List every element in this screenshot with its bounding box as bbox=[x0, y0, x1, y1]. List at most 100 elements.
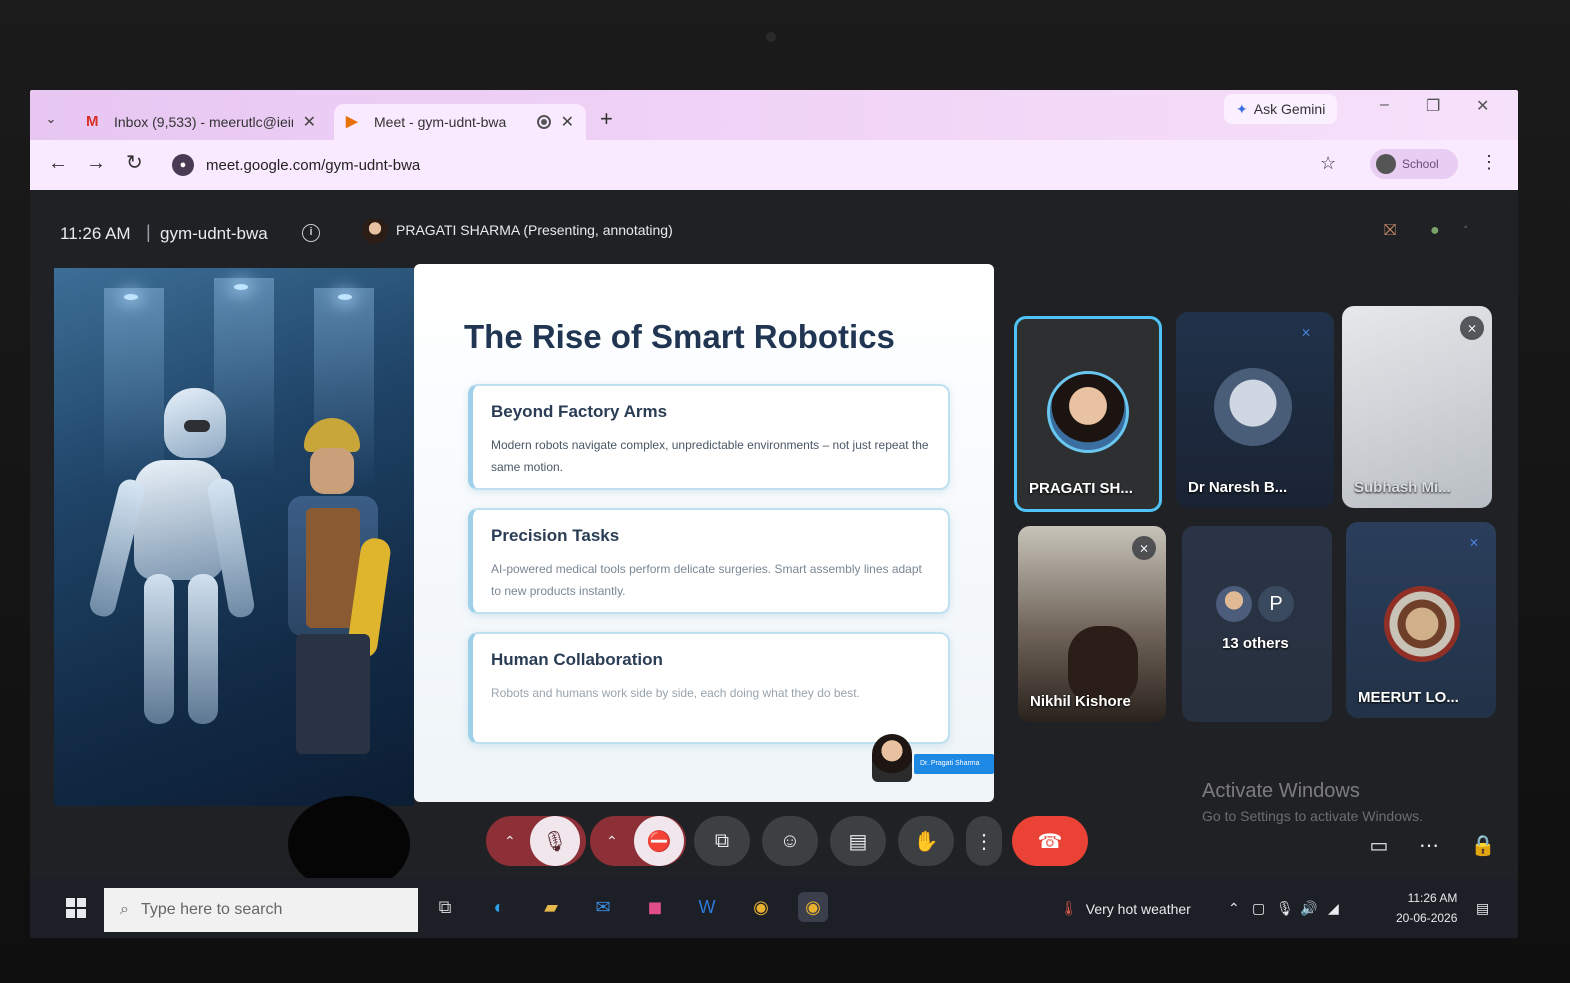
edge-icon[interactable]: ◐ bbox=[484, 892, 514, 922]
participant-name: 13 others bbox=[1222, 635, 1289, 652]
camera-off-button[interactable]: ⛔ bbox=[634, 816, 684, 866]
notifications-icon[interactable]: ▤ bbox=[1476, 900, 1489, 917]
host-controls-button[interactable]: 🔒 bbox=[1468, 820, 1498, 870]
tab-search-chevron-icon[interactable]: ⌄ bbox=[40, 108, 62, 130]
participant-name: MEERUT LO... bbox=[1358, 689, 1459, 706]
card-description: AI-powered medical tools perform delicat… bbox=[491, 562, 922, 598]
search-placeholder: Type here to search bbox=[140, 901, 283, 918]
reactions-button[interactable]: ☺ bbox=[762, 816, 818, 866]
webcam bbox=[766, 32, 776, 42]
camera-off-icon: ⛔ bbox=[646, 830, 672, 853]
reload-icon[interactable]: ↻ bbox=[126, 153, 143, 173]
slide-card-factory-arms: Beyond Factory Arms Modern robots naviga… bbox=[468, 384, 950, 490]
clock-date: 20-06-2026 bbox=[1396, 911, 1458, 925]
close-window-button[interactable]: ✕ bbox=[1476, 96, 1489, 116]
robot-worker-illustration bbox=[54, 268, 414, 806]
screen: ⌄ M Inbox (9,533) - meerutlc@ieind ✕ ▶ M… bbox=[30, 90, 1518, 938]
meet-header: 11:26 AM | gym-udnt-bwa i PRAGATI SHARMA… bbox=[30, 190, 1518, 260]
browser-menu-icon[interactable]: ⋮ bbox=[1480, 152, 1498, 173]
activate-windows-title: Activate Windows bbox=[1202, 780, 1360, 802]
bookmark-star-icon[interactable]: ☆ bbox=[1320, 153, 1336, 174]
presentation-stage: The Rise of Smart Robotics Beyond Factor… bbox=[54, 264, 1004, 806]
participant-tile[interactable]: ⨯ MEERUT LO... bbox=[1346, 522, 1496, 718]
tab-gmail[interactable]: M Inbox (9,533) - meerutlc@ieind ✕ bbox=[74, 104, 328, 140]
meet-tray-icon[interactable]: ▢ bbox=[1252, 900, 1265, 917]
divider: | bbox=[146, 222, 151, 242]
avatar: P bbox=[1258, 586, 1294, 622]
windows-start-icon[interactable] bbox=[66, 898, 86, 918]
card-description: Robots and humans work side by side, eac… bbox=[491, 686, 860, 700]
store-icon[interactable]: ◼ bbox=[640, 892, 670, 922]
raise-hand-button[interactable]: ✋ bbox=[898, 816, 954, 866]
participant-name: Nikhil Kishore bbox=[1030, 693, 1131, 710]
tab-title: Inbox (9,533) - meerutlc@ieind bbox=[114, 114, 293, 130]
task-view-icon[interactable]: ⧉ bbox=[430, 892, 460, 922]
chat-button[interactable]: ▭ bbox=[1364, 820, 1394, 870]
participant-tile[interactable]: P 13 others bbox=[1182, 526, 1332, 722]
mic-off-button[interactable]: 🎙 bbox=[530, 816, 580, 866]
ask-gemini-button[interactable]: ✦ Ask Gemini bbox=[1224, 94, 1338, 124]
thermometer-icon: 🌡 bbox=[1060, 900, 1078, 916]
chevron-up-icon: ⌃ bbox=[606, 832, 618, 849]
people-icon[interactable]: ● bbox=[1430, 222, 1440, 240]
participant-tile[interactable]: PRAGATI SH... bbox=[1014, 316, 1162, 512]
gmail-icon: M bbox=[86, 113, 99, 130]
no-camera-icon[interactable]: ⛝ bbox=[1384, 222, 1396, 240]
emoji-icon: ☺ bbox=[779, 829, 801, 852]
captions-icon: ▤ bbox=[848, 830, 868, 853]
chrome-icon[interactable]: ◉ bbox=[746, 892, 776, 922]
profile-button[interactable]: School bbox=[1370, 149, 1458, 179]
muted-mic-icon: ⨯ bbox=[1468, 535, 1480, 549]
site-info-icon[interactable]: ● bbox=[172, 154, 194, 176]
weather-text: Very hot weather bbox=[1085, 900, 1191, 917]
chat-icon: ▭ bbox=[1369, 834, 1389, 857]
address-bar[interactable]: ● meet.google.com/gym-udnt-bwa bbox=[166, 148, 1286, 182]
info-icon[interactable]: i bbox=[302, 224, 320, 242]
present-icon: ⧉ bbox=[714, 829, 730, 852]
word-icon[interactable]: W bbox=[692, 892, 722, 922]
ask-gemini-label: Ask Gemini bbox=[1253, 101, 1326, 117]
meet-icon: ▶ bbox=[346, 113, 358, 130]
more-options-button[interactable]: ⋮ bbox=[966, 816, 1002, 866]
avatar bbox=[1214, 368, 1292, 446]
forward-arrow-icon[interactable]: → bbox=[86, 153, 106, 173]
close-icon[interactable]: ✕ bbox=[303, 112, 316, 132]
chrome-active-icon[interactable]: ◉ bbox=[798, 892, 828, 922]
mic-tray-icon[interactable]: 🎙 bbox=[1276, 900, 1294, 917]
participant-name: PRAGATI SH... bbox=[1029, 480, 1133, 497]
mic-off-icon: 🎙 bbox=[542, 830, 568, 853]
network-icon[interactable]: ◢ bbox=[1328, 900, 1339, 917]
close-icon[interactable]: ✕ bbox=[561, 112, 574, 132]
volume-icon[interactable]: 🔊 bbox=[1300, 900, 1317, 917]
present-screen-button[interactable]: ⧉ bbox=[694, 816, 750, 866]
participant-count-icon: ◦ bbox=[1464, 222, 1468, 233]
new-tab-button[interactable]: + bbox=[600, 108, 613, 130]
mail-icon[interactable]: ✉ bbox=[588, 892, 618, 922]
search-icon: ⌕ bbox=[120, 901, 129, 918]
participant-tile[interactable]: ⨯ Nikhil Kishore bbox=[1018, 526, 1166, 722]
lock-icon: 🔒 bbox=[1470, 834, 1496, 857]
muted-mic-icon: ⨯ bbox=[1132, 536, 1156, 560]
presenting-status: PRAGATI SHARMA (Presenting, annotating) bbox=[396, 222, 673, 238]
captions-button[interactable]: ▤ bbox=[830, 816, 886, 866]
profile-label: School bbox=[1402, 157, 1439, 171]
muted-mic-icon: ⨯ bbox=[1300, 325, 1312, 339]
system-clock[interactable]: 11:26 AM 20-06-2026 bbox=[1396, 888, 1457, 928]
participant-tile[interactable]: ⨯ Dr Naresh B... bbox=[1176, 312, 1334, 508]
participant-tile[interactable]: ⨯ Subhash Mi... bbox=[1342, 306, 1492, 508]
tray-chevron-icon[interactable]: ⌃ bbox=[1228, 900, 1240, 917]
taskbar-search[interactable]: ⌕ Type here to search bbox=[104, 888, 418, 932]
leave-call-button[interactable]: ☎ bbox=[1012, 816, 1088, 866]
weather-widget[interactable]: 🌡 Very hot weather bbox=[1060, 900, 1191, 917]
tab-meet[interactable]: ▶ Meet - gym-udnt-bwa ✕ bbox=[334, 104, 586, 140]
avatar bbox=[1047, 371, 1129, 453]
file-explorer-icon[interactable]: ▰ bbox=[536, 892, 566, 922]
apps-grid-icon: ⋯ bbox=[1419, 834, 1439, 857]
activities-button[interactable]: ⋯ bbox=[1414, 820, 1444, 870]
minimize-button[interactable]: – bbox=[1380, 96, 1389, 114]
slide-title: The Rise of Smart Robotics bbox=[464, 318, 895, 355]
back-arrow-icon[interactable]: ← bbox=[48, 153, 68, 173]
participant-name: Subhash Mi... bbox=[1354, 479, 1451, 496]
card-title: Human Collaboration bbox=[491, 650, 663, 669]
maximize-button[interactable]: ❐ bbox=[1426, 96, 1440, 116]
